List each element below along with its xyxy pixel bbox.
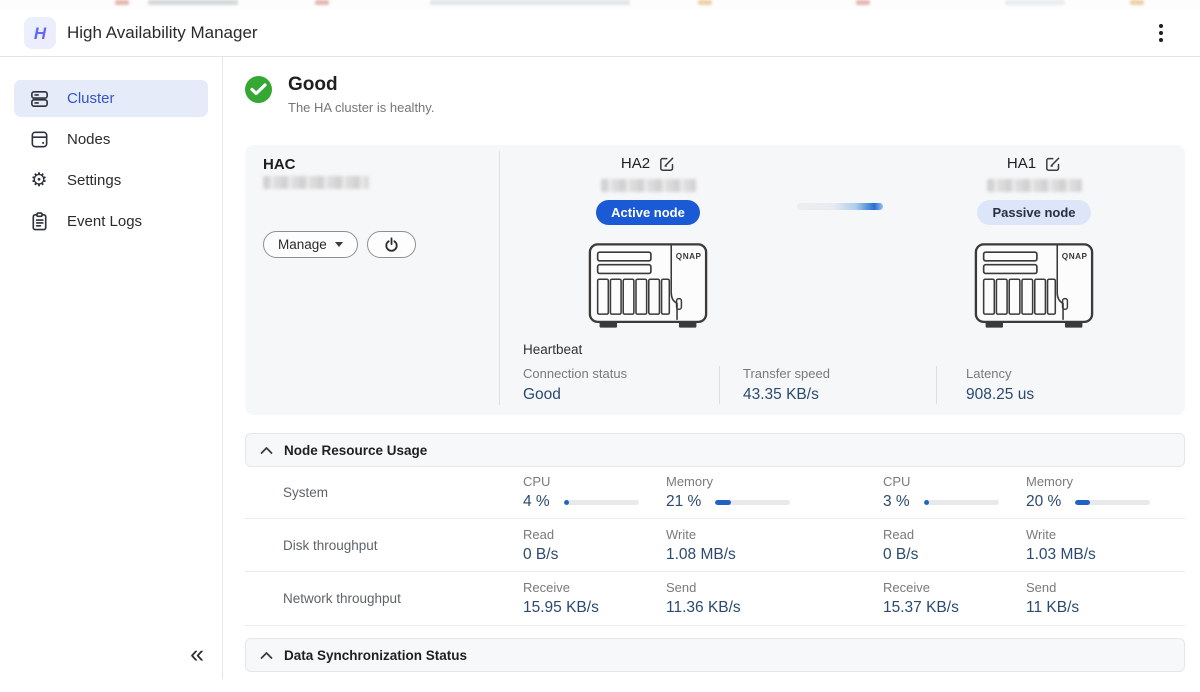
top-edge-sliver [0,0,1200,10]
data-sync-status-section: Data Synchronization Status [245,638,1185,692]
metric-cell: Send 11.36 KB/s [666,580,741,616]
sidebar-collapse-icon[interactable]: « [184,640,210,669]
table-row-network-throughput: Network throughput Receive 15.95 KB/s Se… [245,572,1185,626]
memory-usage-bar [1075,499,1151,505]
cluster-card: HAC Manage HA2 Active node QNAP HA1 Pass… [245,145,1185,415]
data-transfer-direction-indicator [797,203,883,210]
redacted-node-ip [600,179,696,192]
heartbeat-metric: Latency 908.25 us [937,366,1034,404]
cluster-icon [28,88,50,110]
metric-label: Connection status [523,366,628,381]
check-circle-icon [245,76,272,103]
metric-cell: Write 1.08 MB/s [666,526,736,563]
nodes-icon [28,129,50,151]
metric-value: 908.25 us [966,386,1035,403]
heartbeat-metric: Transfer speed 43.35 KB/s [720,366,937,404]
row-label: System [283,485,329,500]
manage-button-label: Manage [278,237,327,252]
sidebar-item-label: Nodes [67,131,111,148]
power-button[interactable] [366,231,416,258]
manage-button[interactable]: Manage [263,231,358,258]
active-node-badge: Active node [596,200,700,225]
metric-cell: Memory 21 % [666,474,883,511]
data-sync-status-header[interactable]: Data Synchronization Status [245,638,1185,672]
metric-cell: Write 1.03 MB/s [1026,526,1096,563]
svg-text:H: H [34,24,47,43]
heartbeat-block: Heartbeat Connection status Good Transfe… [523,342,1178,404]
sidebar-item-label: Event Logs [67,213,143,230]
cluster-info-panel: HAC Manage [245,145,500,415]
app-header: H High Availability Manager [0,10,1200,57]
cpu-usage-bar [563,499,639,505]
sidebar: Cluster Nodes ⚙ Settings Event Logs « [0,57,223,679]
metric-cell: Read 0 B/s [883,526,919,563]
cpu-usage-bar [923,499,999,505]
cluster-health-status: Good The HA cluster is healthy. [245,74,434,115]
row-label: Network throughput [283,591,401,606]
caret-down-icon [334,242,343,247]
table-row-disk-throughput: Disk throughput Read 0 B/s Write 1.08 MB… [245,519,1185,572]
nas-device-illustration: QNAP [548,242,748,337]
metric-label: Latency [966,366,1012,381]
sidebar-item-label: Cluster [67,90,115,107]
heartbeat-metric: Connection status Good [523,366,720,404]
row-label: Disk throughput [283,537,378,553]
sidebar-item-label: Settings [67,172,122,189]
metric-cell: Read 0 B/s [523,526,559,563]
metric-value: 43.35 KB/s [743,386,819,403]
metric-cell: CPU 4 % [523,474,666,511]
svg-text:QNAP: QNAP [676,252,702,261]
metric-cell: CPU 3 % [883,474,1026,511]
app-logo-icon: H [24,17,56,49]
kebab-menu-icon[interactable] [1148,18,1174,48]
svg-text:QNAP: QNAP [1062,252,1088,261]
node-name: HA2 [620,155,651,172]
chevron-up-icon [260,446,273,455]
table-row-system: System CPU 4 % Memory 21 % CPU 3 % Memor… [245,467,1185,519]
heartbeat-title: Heartbeat [523,342,583,357]
section-title: Data Synchronization Status [284,647,468,663]
passive-node-badge: Passive node [977,200,1091,225]
node-name: HA1 [1006,155,1037,172]
gear-icon: ⚙ [30,170,48,191]
node-resource-usage-section: Node Resource Usage System CPU 4 % Memor… [245,433,1185,626]
node-ha1: HA1 Passive node QNAP [934,155,1134,337]
sidebar-item-settings[interactable]: ⚙ Settings [14,162,208,199]
node-ha2: HA2 Active node QNAP [548,155,748,337]
status-title: Good [288,74,338,95]
sidebar-item-cluster[interactable]: Cluster [14,80,208,117]
sidebar-item-event-logs[interactable]: Event Logs [14,203,208,240]
clipboard-icon [28,211,50,233]
memory-usage-bar [715,499,791,505]
edit-node-name-icon[interactable] [659,156,675,172]
status-description: The HA cluster is healthy. [288,100,435,115]
nodes-panel: HA2 Active node QNAP HA1 Passive node QN… [500,145,1185,415]
redacted-cluster-ip [263,176,369,189]
redacted-node-ip [986,179,1082,192]
metric-cell: Receive 15.37 KB/s [883,580,959,616]
chevron-up-icon [260,651,273,660]
metric-cell: Memory 20 % [1026,474,1185,511]
section-title: Node Resource Usage [284,442,428,458]
app-title: High Availability Manager [67,23,258,42]
sidebar-item-nodes[interactable]: Nodes [14,121,208,158]
metric-cell: Receive 15.95 KB/s [523,580,599,616]
data-sync-status-body [245,672,1185,692]
metric-value: Good [523,386,561,403]
metric-label: Transfer speed [743,366,830,381]
edit-node-name-icon[interactable] [1045,156,1061,172]
power-icon [385,237,398,252]
node-resource-usage-header[interactable]: Node Resource Usage [245,433,1185,467]
metric-cell: Send 11 KB/s [1026,580,1080,616]
nas-device-illustration: QNAP [934,242,1134,337]
cluster-name: HAC [263,156,296,173]
